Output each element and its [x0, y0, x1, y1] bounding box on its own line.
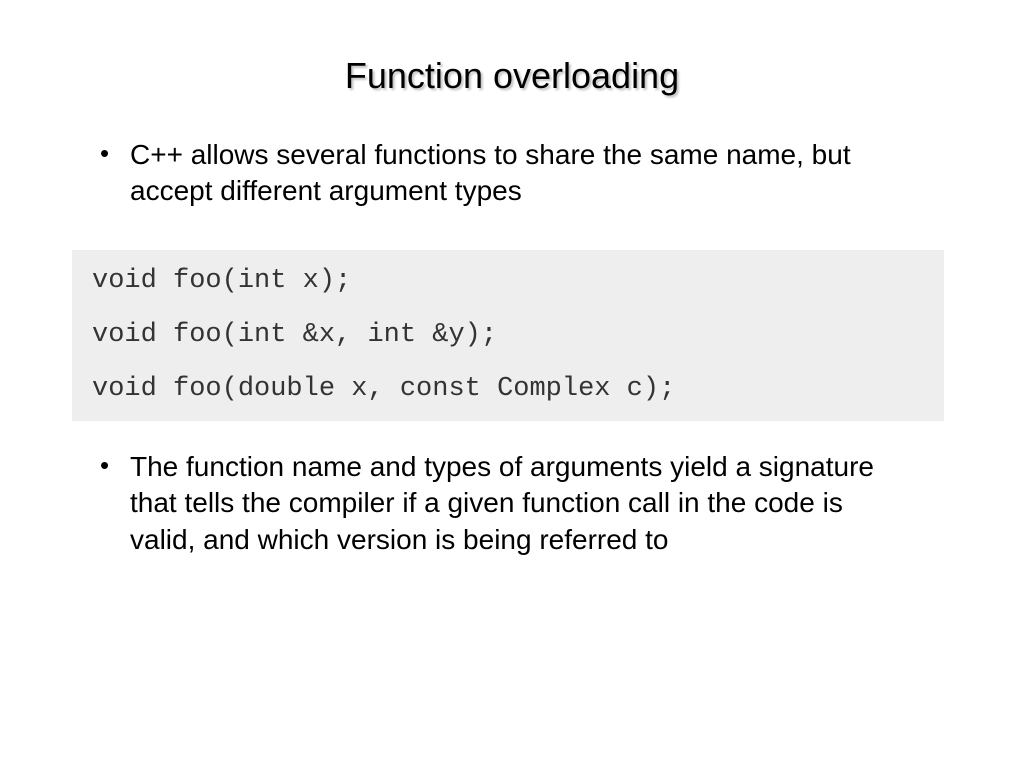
slide-title: Function overloading [60, 55, 964, 97]
bullet-list-bottom: The function name and types of arguments… [60, 449, 964, 558]
code-block: void foo(int x); void foo(int &x, int &y… [72, 250, 944, 421]
bullet-item: The function name and types of arguments… [130, 449, 964, 558]
bullet-item: C++ allows several functions to share th… [130, 137, 964, 210]
slide: Function overloading C++ allows several … [0, 0, 1024, 768]
bullet-list-top: C++ allows several functions to share th… [60, 137, 964, 210]
